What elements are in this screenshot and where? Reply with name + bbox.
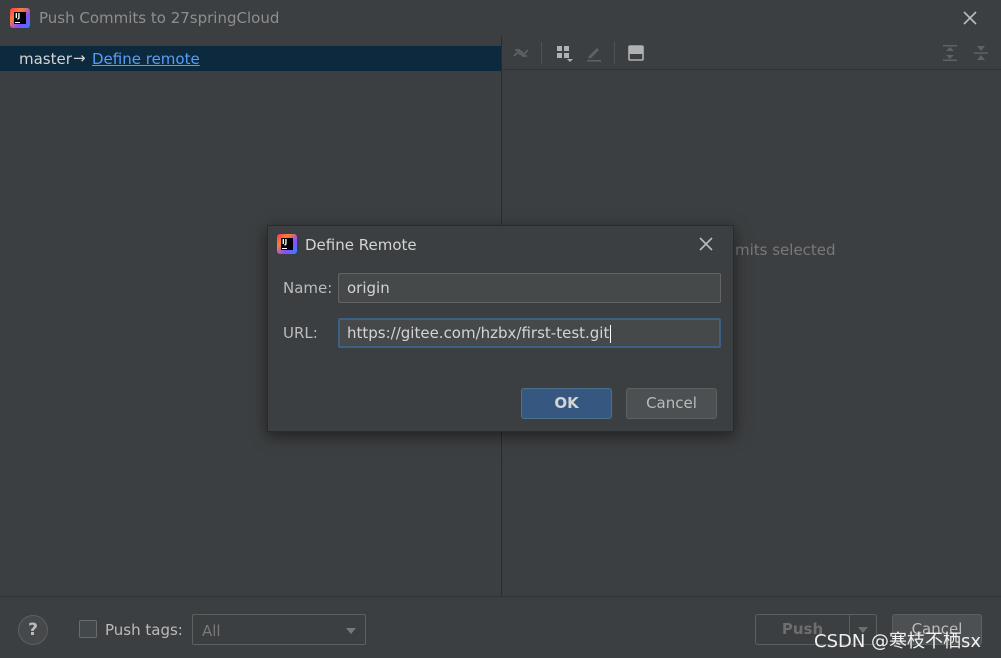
- edit-icon[interactable]: [584, 43, 604, 63]
- arrow-right-icon: →: [73, 49, 86, 67]
- define-remote-link[interactable]: Define remote: [92, 50, 200, 68]
- push-tags-checkbox[interactable]: [79, 620, 97, 638]
- dialog-cancel-button[interactable]: Cancel: [626, 388, 717, 419]
- name-field[interactable]: origin: [338, 273, 721, 303]
- title-bar: IJ Push Commits to 27springCloud: [0, 0, 1001, 36]
- fetch-arrows-icon[interactable]: [511, 43, 531, 63]
- url-label: URL:: [283, 324, 318, 342]
- url-field[interactable]: https://gitee.com/hzbx/first-test.git: [338, 318, 721, 348]
- toolbar-separator: [541, 42, 542, 64]
- no-commits-text: mits selected: [735, 241, 836, 259]
- details-toolbar: [502, 36, 1001, 70]
- name-label: Name:: [283, 279, 333, 297]
- window-title: Push Commits to 27springCloud: [39, 9, 280, 27]
- help-button[interactable]: ?: [18, 615, 48, 645]
- intellij-idea-icon: IJ: [10, 8, 30, 28]
- chevron-down-icon: [346, 628, 356, 634]
- tags-select-value: All: [202, 622, 221, 640]
- ok-button[interactable]: OK: [521, 388, 612, 419]
- intellij-idea-icon: IJ: [277, 234, 297, 254]
- toolbar-separator: [614, 42, 615, 64]
- branch-name: master: [19, 50, 72, 68]
- text-cursor: [610, 324, 612, 343]
- dialog-title: Define Remote: [305, 236, 417, 254]
- bottom-bar: ? Push tags: All Push Cancel CSDN @寒枝不栖s…: [0, 596, 1001, 658]
- group-by-icon[interactable]: [554, 43, 574, 63]
- collapse-all-icon[interactable]: [971, 43, 991, 63]
- define-remote-dialog: IJ Define Remote Name: origin URL: https…: [267, 225, 734, 432]
- preview-icon[interactable]: [626, 43, 646, 63]
- push-tags-label[interactable]: Push tags:: [105, 621, 183, 639]
- url-field-value: https://gitee.com/hzbx/first-test.git: [347, 324, 610, 342]
- tree-row-master[interactable]: master → Define remote: [0, 46, 501, 71]
- name-field-value: origin: [347, 279, 390, 297]
- expand-all-icon[interactable]: [940, 43, 960, 63]
- watermark: CSDN @寒枝不栖sx: [814, 631, 982, 652]
- close-icon[interactable]: [960, 8, 980, 28]
- tags-select[interactable]: All: [192, 614, 366, 645]
- close-icon[interactable]: [696, 234, 716, 254]
